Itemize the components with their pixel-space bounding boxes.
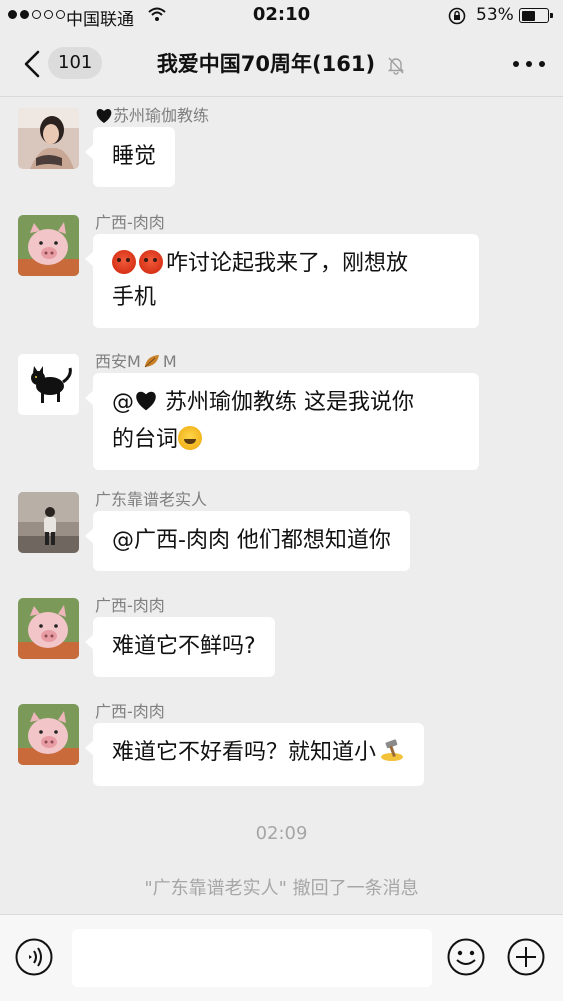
sender-name: 广西-肉肉 [95,702,165,721]
message-bubble[interactable]: 难道它不好看吗？就知道小 [84,723,425,786]
avatar-pig[interactable] [18,598,79,659]
message-text: 难道它不鲜吗? [112,634,256,659]
rotation-lock-icon [448,7,466,29]
sender-name: 广东靠谱老实人 [95,490,208,509]
chat-title: 我爱中国70周年(161) [156,52,376,76]
flushed-face-emoji [112,250,136,274]
leaf-emoji [143,353,161,373]
avatar-pig[interactable] [18,215,79,276]
emoji-face-icon[interactable] [446,937,486,977]
black-heart-icon [95,108,113,128]
more-icon[interactable] [513,52,545,76]
avatar-pig[interactable] [18,704,79,765]
message-bubble[interactable]: @ 苏州瑜伽教练 这是我说你 的台词 [85,373,479,470]
sender-name: 广西-肉肉 [95,213,165,232]
message-text-line-1: 苏州瑜伽教练 这是我说你 [158,390,414,415]
sender-name: 西安M M [95,352,177,373]
sender-name: 广西-肉肉 [95,596,165,615]
battery-icon [519,8,553,23]
black-heart-icon [134,389,158,423]
avatar-black-cat[interactable] [18,354,79,415]
avatar-woman-photo[interactable] [18,108,79,169]
message-text-line-2: 手机 [112,285,157,310]
recall-notice: "广东靠谱老实人" 撤回了一条消息 [144,878,419,899]
message-text: 难道它不好看吗？就知道小 [112,740,377,765]
message-text: @广西-肉肉 他们都想知道你 [112,528,391,553]
message-bubble[interactable]: 咋讨论起我来了，刚想放 手机 [85,234,479,328]
message-input[interactable] [72,929,432,987]
hammer-emoji [379,738,405,773]
message-bubble[interactable]: 睡觉 [84,127,176,187]
laughing-emoji [178,426,203,450]
avatar-person-walking[interactable] [18,492,79,553]
message-text-line-2: 的台词 [112,427,179,452]
sender-name: 苏州瑜伽教练 [95,102,209,128]
voice-icon[interactable] [14,937,54,977]
flushed-face-emoji [139,250,163,274]
message-text: 睡觉 [112,144,157,169]
chat-header: 101 我爱中国70周年(161) [0,32,563,97]
status-bar: 中国联通 02:10 53% [0,0,563,32]
input-bar [0,914,563,1001]
battery-percent: 53% [476,5,514,25]
time-divider: 02:09 [255,823,308,844]
plus-icon[interactable] [506,937,546,977]
mute-bell-icon [386,55,406,79]
chat-title-area[interactable]: 我爱中国70周年(161) [0,48,563,79]
message-bubble[interactable]: @广西-肉肉 他们都想知道你 [85,511,410,571]
message-text-line-1: 咋讨论起我来了，刚想放 [166,251,409,276]
message-bubble[interactable]: 难道它不鲜吗? [85,617,275,677]
